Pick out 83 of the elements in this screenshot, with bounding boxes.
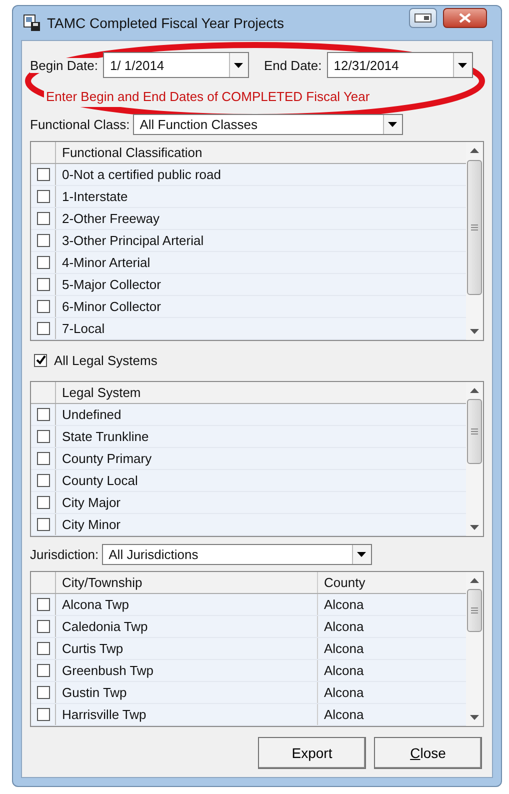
dropdown-arrow-icon	[357, 552, 366, 556]
jurisdiction-label: Jurisdiction:	[30, 546, 99, 562]
close-icon	[459, 13, 471, 23]
checkbox[interactable]	[36, 598, 50, 611]
checkbox[interactable]	[36, 322, 50, 335]
scroll-up-icon[interactable]	[470, 148, 479, 153]
scrollbar[interactable]	[466, 572, 483, 726]
table-cell-text: 2-Other Freeway	[61, 210, 161, 228]
scrollbar[interactable]	[466, 382, 483, 536]
table-cell-text: Alcona	[323, 706, 365, 724]
table-cell-text: City Minor	[61, 516, 122, 534]
restore-button[interactable]	[409, 8, 437, 28]
checkbox[interactable]	[34, 354, 47, 366]
checkbox[interactable]	[36, 474, 50, 487]
table-cell-text: 3-Other Principal Arterial	[61, 232, 205, 250]
table-cell: Gustin Twp	[56, 682, 318, 703]
dropdown-arrow-icon	[234, 62, 244, 68]
jurisdiction-dropdown[interactable]: All Jurisdictions	[102, 544, 372, 564]
scrollbar-thumb[interactable]	[467, 160, 482, 295]
table-cell-text: 5-Major Collector	[61, 276, 162, 294]
table-cell-text: County Local	[61, 472, 139, 490]
dropdown-arrow-icon	[388, 122, 398, 126]
scrollbar-thumb[interactable]	[467, 399, 482, 464]
checkbox[interactable]	[36, 408, 50, 421]
table-cell-text: County Primary	[61, 450, 153, 468]
checkbox[interactable]	[36, 518, 50, 531]
table-cell: Alcona Twp	[56, 594, 318, 615]
hint-text: Enter Begin and End Dates of COMPLETED Fiscal Year	[44, 89, 372, 107]
checkbox[interactable]	[36, 452, 50, 465]
checkbox[interactable]	[36, 642, 50, 655]
table-cell: Curtis Twp	[56, 638, 318, 659]
checkbox[interactable]	[36, 620, 50, 633]
functional-class-dropdown[interactable]: All Function Classes	[132, 114, 403, 134]
scrollbar[interactable]	[466, 142, 483, 340]
column-header[interactable]: City/Township	[56, 572, 318, 593]
table-cell-text: Alcona	[323, 684, 365, 702]
end-date-picker[interactable]: 12/31/2014	[326, 52, 473, 78]
checkbox[interactable]	[36, 430, 50, 443]
checkbox[interactable]	[36, 234, 50, 247]
table-cell-text: Undefined	[61, 406, 122, 424]
table-cell-text: 4-Minor Arterial	[61, 254, 152, 272]
table-cell: Greenbush Twp	[56, 660, 318, 681]
checkbox[interactable]	[36, 168, 50, 181]
checkbox[interactable]	[36, 708, 50, 721]
table-cell-text: State Trunkline	[61, 428, 150, 446]
table-cell: Caledonia Twp	[56, 616, 318, 637]
table-cell-text: Alcona	[323, 640, 365, 658]
end-date-label: End Date:	[264, 58, 322, 72]
scroll-down-icon[interactable]	[470, 715, 479, 720]
table-cell-text: 1-Interstate	[61, 188, 129, 206]
table-cell-text: 6-Minor Collector	[61, 298, 162, 316]
scroll-down-icon[interactable]	[470, 525, 479, 530]
dialog-button[interactable]: Export	[258, 737, 366, 769]
window-title: TAMC Completed Fiscal Year Projects	[47, 15, 284, 31]
checkbox[interactable]	[36, 664, 50, 677]
table-cell-text: 0-Not a certified public road	[61, 166, 222, 184]
scroll-up-icon[interactable]	[470, 388, 479, 393]
checkbox[interactable]	[36, 190, 50, 203]
checkbox[interactable]	[36, 496, 50, 509]
begin-date-picker[interactable]: 1/ 1/2014	[102, 52, 249, 78]
table-cell: Harrisville Twp	[56, 704, 318, 725]
dropdown-arrow-icon	[458, 62, 468, 68]
close-button[interactable]	[443, 8, 487, 28]
table-cell-text: Alcona	[323, 662, 365, 680]
begin-date-label: Begin Date:	[30, 58, 98, 72]
window-icon	[414, 13, 432, 23]
checkbox[interactable]	[36, 256, 50, 269]
scrollbar-thumb[interactable]	[467, 589, 482, 632]
scroll-down-icon[interactable]	[470, 329, 479, 334]
checkbox[interactable]	[36, 300, 50, 313]
table-cell-text: Alcona	[323, 618, 365, 636]
checkbox[interactable]	[36, 278, 50, 291]
functional-class-label: Functional Class:	[30, 116, 130, 132]
dialog-button[interactable]: Close	[374, 737, 482, 769]
all-legal-systems-label: All Legal Systems	[54, 352, 158, 368]
table-cell-text: Alcona	[323, 596, 365, 614]
checkbox[interactable]	[36, 212, 50, 225]
checkbox[interactable]	[36, 686, 50, 699]
scroll-up-icon[interactable]	[470, 578, 479, 583]
app-icon	[23, 14, 41, 32]
table-cell-text: 7-Local	[61, 320, 106, 338]
column-header[interactable]: County	[318, 572, 466, 593]
table-cell-text: City Major	[61, 494, 122, 512]
